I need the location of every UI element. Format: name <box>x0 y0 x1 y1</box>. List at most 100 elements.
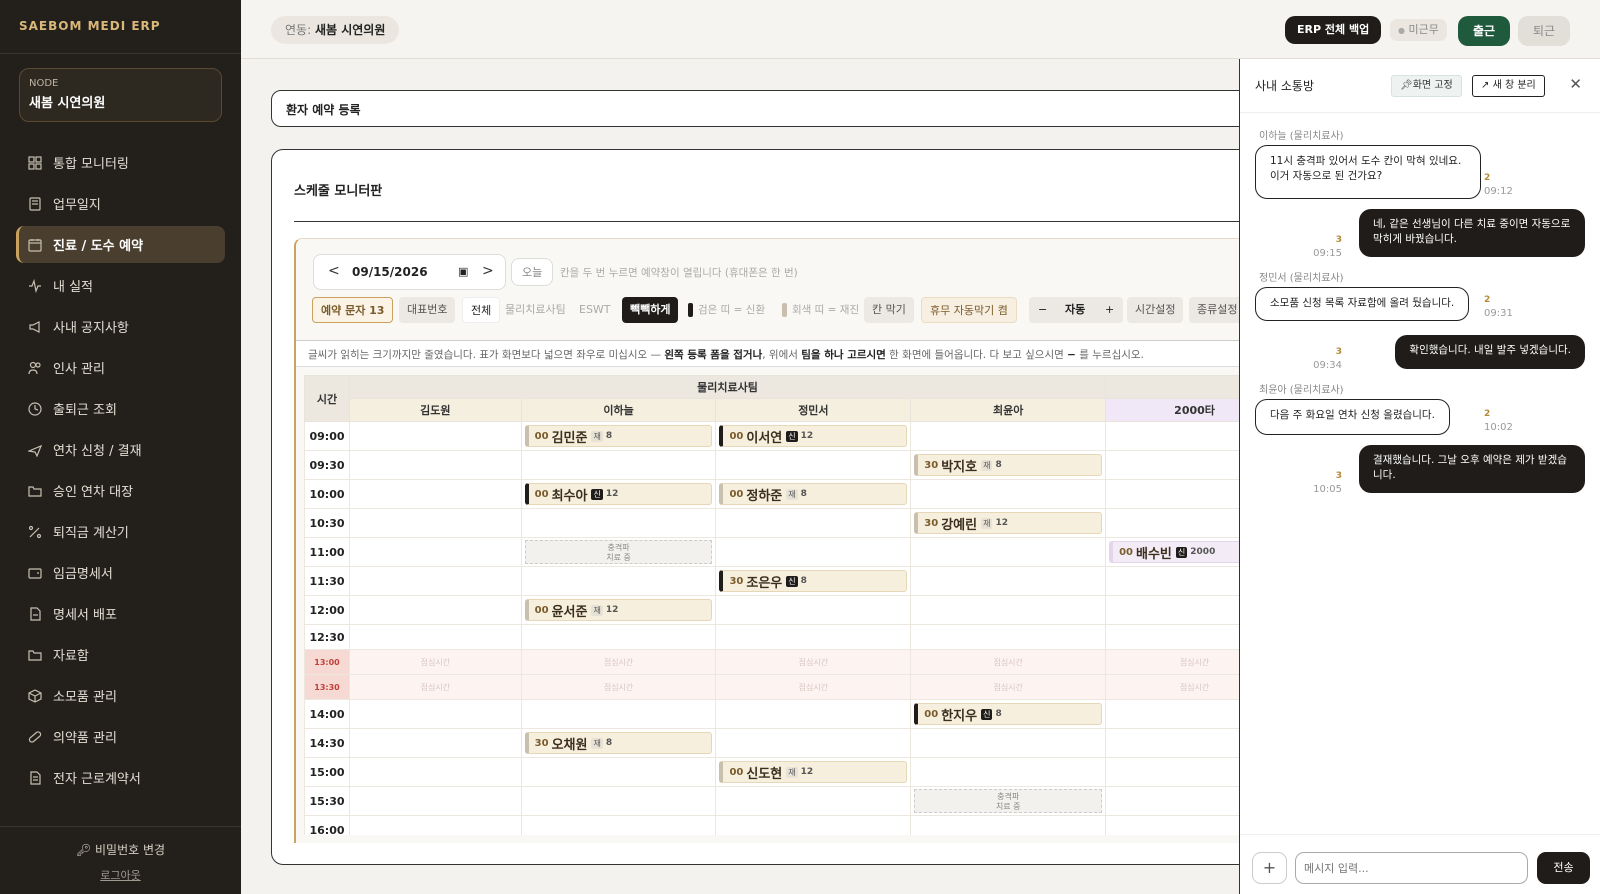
schedule-cell[interactable] <box>715 624 912 650</box>
schedule-cell[interactable] <box>910 421 1107 451</box>
calendar-icon[interactable]: ▣ <box>458 265 468 278</box>
schedule-cell[interactable]: 00 김민준 재 8 <box>520 421 717 451</box>
schedule-cell[interactable]: 점심시간 <box>910 674 1107 700</box>
schedule-cell[interactable] <box>715 595 912 625</box>
schedule-cell[interactable] <box>910 566 1107 596</box>
appointment-card[interactable]: 30 조은우 신 8 <box>719 570 908 592</box>
appointment-card[interactable]: 30 오채원 재 8 <box>524 732 713 754</box>
schedule-cell[interactable] <box>520 566 717 596</box>
sidebar-item-6[interactable]: 출퇴근 조회 <box>16 390 225 427</box>
date-picker[interactable]: < 09/15/2026 ▣ > <box>313 254 506 290</box>
sidebar-item-14[interactable]: 의약품 관리 <box>16 718 225 755</box>
schedule-cell[interactable]: 30 오채원 재 8 <box>520 728 717 758</box>
sidebar-item-10[interactable]: 임금명세서 <box>16 554 225 591</box>
schedule-cell[interactable] <box>348 595 522 625</box>
sidebar-item-7[interactable]: 연차 신청 / 결재 <box>16 431 225 468</box>
sidebar-item-8[interactable]: 승인 연차 대장 <box>16 472 225 509</box>
message-input[interactable] <box>1295 852 1528 884</box>
schedule-cell[interactable] <box>348 624 522 650</box>
zoom-in-button[interactable]: + <box>1105 297 1114 323</box>
detach-window-button[interactable]: ↗ 새 창 분리 <box>1472 75 1545 97</box>
schedule-cell[interactable]: 00 신도현 재 12 <box>715 757 912 787</box>
appointment-card[interactable]: 00 윤서준 재 12 <box>524 599 713 621</box>
schedule-cell[interactable]: 00 최수아 신 12 <box>520 479 717 509</box>
change-password-link[interactable]: 🔑︎ 비밀번호 변경 <box>0 841 241 858</box>
schedule-cell[interactable] <box>715 728 912 758</box>
appointment-card[interactable]: 00 정하준 재 8 <box>719 483 908 505</box>
sidebar-item-13[interactable]: 소모품 관리 <box>16 677 225 714</box>
prev-day-button[interactable]: < <box>328 263 340 279</box>
schedule-cell[interactable] <box>910 624 1107 650</box>
schedule-cell[interactable]: 점심시간 <box>910 649 1107 675</box>
sidebar-item-5[interactable]: 인사 관리 <box>16 349 225 386</box>
schedule-cell[interactable]: 충격파 치료 중 <box>520 537 717 567</box>
attach-plus-button[interactable]: + <box>1252 852 1287 884</box>
sidebar-item-9[interactable]: 퇴직금 계산기 <box>16 513 225 550</box>
appointment-card[interactable]: 00 최수아 신 12 <box>524 483 713 505</box>
appointment-card[interactable]: 00 이서연 신 12 <box>719 425 908 447</box>
main-number-button[interactable]: 대표번호 <box>399 297 456 323</box>
sidebar-item-0[interactable]: 통합 모니터링 <box>16 144 225 181</box>
sidebar-item-15[interactable]: 전자 근로계약서 <box>16 759 225 796</box>
schedule-cell[interactable] <box>715 699 912 729</box>
type-setting-button[interactable]: 종류설정 <box>1189 297 1246 323</box>
schedule-cell[interactable] <box>520 699 717 729</box>
node-selector[interactable]: NODE 새봄 시연의원 <box>19 68 222 122</box>
sidebar-item-4[interactable]: 사내 공지사항 <box>16 308 225 345</box>
sidebar-item-11[interactable]: 명세서 배포 <box>16 595 225 632</box>
filter-all-tab[interactable]: 전체 <box>462 297 501 323</box>
schedule-cell[interactable] <box>520 786 717 816</box>
appointment-card[interactable]: 30 박지호 재 8 <box>914 454 1103 476</box>
schedule-cell[interactable]: 점심시간 <box>520 674 717 700</box>
schedule-cell[interactable] <box>348 450 522 480</box>
schedule-cell[interactable] <box>715 537 912 567</box>
schedule-cell[interactable] <box>520 815 717 835</box>
erp-backup-button[interactable]: ERP 전체 백업 <box>1285 16 1382 44</box>
schedule-cell[interactable]: 점심시간 <box>715 674 912 700</box>
today-button[interactable]: 오늘 <box>511 258 554 286</box>
patient-registration-card[interactable]: 환자 예약 등록 <box>271 90 1271 127</box>
schedule-cell[interactable]: 00 이서연 신 12 <box>715 421 912 451</box>
schedule-cell[interactable] <box>520 508 717 538</box>
schedule-cell[interactable]: 점심시간 <box>520 649 717 675</box>
schedule-cell[interactable] <box>348 421 522 451</box>
schedule-cell[interactable]: 점심시간 <box>715 649 912 675</box>
send-button[interactable]: 전송 <box>1537 852 1590 884</box>
schedule-cell[interactable] <box>348 728 522 758</box>
appointment-card[interactable]: 00 김민준 재 8 <box>524 425 713 447</box>
next-day-button[interactable]: > <box>482 263 494 279</box>
sidebar-item-3[interactable]: 내 실적 <box>16 267 225 304</box>
schedule-cell[interactable] <box>348 537 522 567</box>
schedule-cell[interactable] <box>910 757 1107 787</box>
appointment-card[interactable]: 00 신도현 재 12 <box>719 761 908 783</box>
clock-out-button[interactable]: 퇴근 <box>1518 16 1570 46</box>
schedule-cell[interactable] <box>715 815 912 835</box>
schedule-cell[interactable] <box>348 699 522 729</box>
appointment-card[interactable]: 30 강예린 재 12 <box>914 512 1103 534</box>
close-icon[interactable]: ✕ <box>1569 75 1582 93</box>
schedule-cell[interactable] <box>910 537 1107 567</box>
schedule-cell[interactable]: 점심시간 <box>348 674 522 700</box>
schedule-cell[interactable] <box>715 508 912 538</box>
schedule-cell[interactable]: 점심시간 <box>348 649 522 675</box>
schedule-cell[interactable]: 30 박지호 재 8 <box>910 450 1107 480</box>
dense-view-button[interactable]: 빽빽하게 <box>622 297 679 323</box>
schedule-cell[interactable] <box>715 786 912 816</box>
schedule-cell[interactable] <box>910 815 1107 835</box>
sidebar-item-12[interactable]: 자료함 <box>16 636 225 673</box>
sidebar-item-2[interactable]: 진료 / 도수 예약 <box>16 226 225 263</box>
schedule-cell[interactable] <box>348 566 522 596</box>
schedule-cell[interactable] <box>910 479 1107 509</box>
schedule-cell[interactable] <box>715 450 912 480</box>
schedule-cell[interactable]: 00 윤서준 재 12 <box>520 595 717 625</box>
logout-link[interactable]: 로그아웃 <box>0 867 241 883</box>
block-slot-button[interactable]: 칸 막기 <box>864 297 914 323</box>
schedule-cell[interactable]: 충격파 치료 중 <box>910 786 1107 816</box>
zoom-out-button[interactable]: − <box>1038 297 1047 323</box>
schedule-cell[interactable] <box>348 757 522 787</box>
schedule-cell[interactable] <box>348 508 522 538</box>
time-setting-button[interactable]: 시간설정 <box>1127 297 1184 323</box>
schedule-cell[interactable] <box>348 786 522 816</box>
pin-screen-button[interactable]: 📌︎화면 고정 <box>1391 75 1462 97</box>
filter-pt-team-tab[interactable]: 물리치료사팀 <box>497 297 574 323</box>
